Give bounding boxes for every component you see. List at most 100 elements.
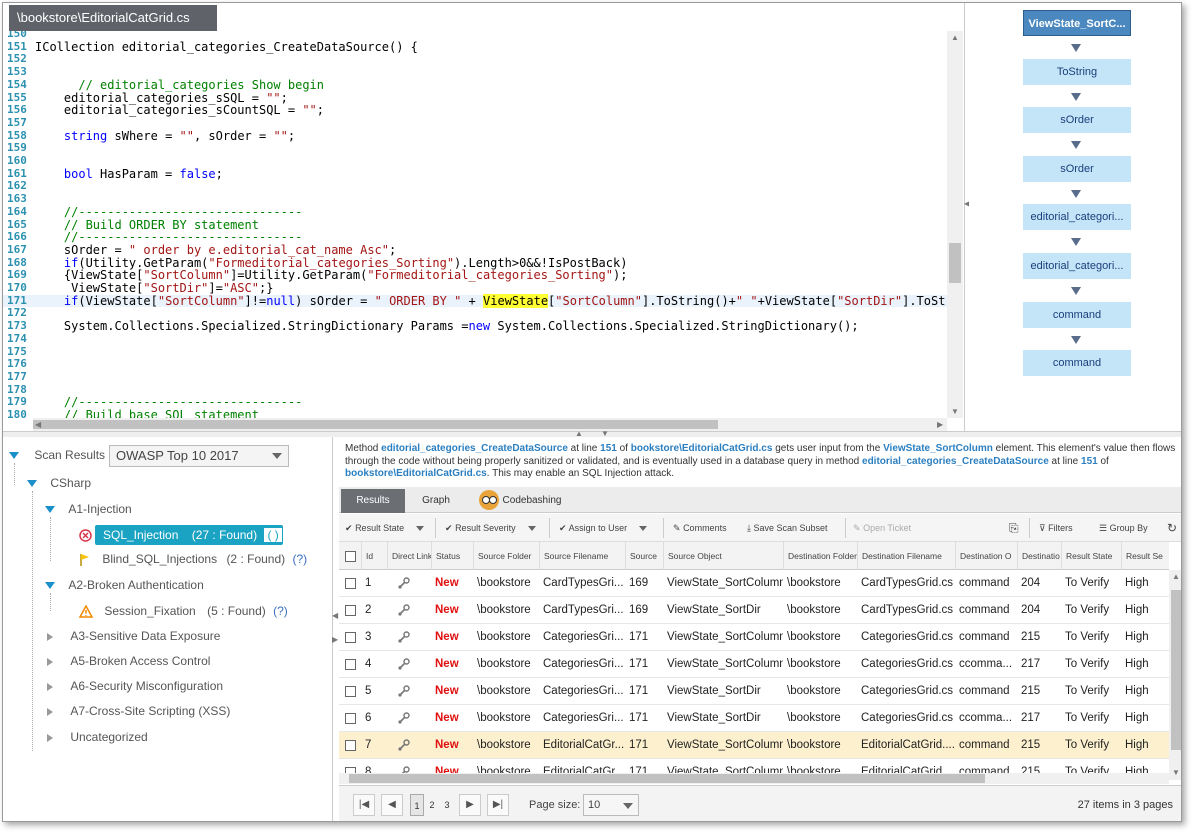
table-row[interactable]: 4 New \bookstore CategoriesGri... 171 ViewSta… — [339, 651, 1169, 678]
direct-link-icon[interactable] — [387, 678, 431, 705]
row-checkbox[interactable] — [345, 659, 356, 670]
tree-item-csharp[interactable]: CSharp — [27, 473, 91, 493]
tab-graph[interactable]: Graph — [407, 489, 465, 513]
expand-icon[interactable] — [9, 452, 19, 460]
code-line[interactable]: 152 — [3, 53, 947, 66]
element-link[interactable]: ViewState_SortColumn — [883, 443, 993, 454]
row-checkbox[interactable] — [345, 713, 356, 724]
scroll-down-icon[interactable]: ▼ — [951, 407, 959, 416]
column-header[interactable]: Destination Filename — [857, 542, 955, 570]
collapsed-icon[interactable] — [47, 632, 53, 641]
direct-link-icon[interactable] — [387, 624, 431, 651]
column-header[interactable]: Direct Link — [387, 542, 431, 570]
column-header[interactable]: Result Se — [1121, 542, 1169, 570]
tree-item-uncategorized[interactable]: Uncategorized — [47, 727, 148, 747]
tree-item-a7[interactable]: A7-Cross-Site Scripting (XSS) — [47, 701, 230, 721]
tab-results[interactable]: Results — [341, 489, 405, 513]
table-row[interactable]: 1 New \bookstore CardTypesGri... 169 ViewStat… — [339, 570, 1169, 597]
code-editor[interactable]: 150 151 ICollection editorial_categories_C… — [3, 31, 947, 418]
graph-node[interactable]: editorial_categori... — [1023, 253, 1131, 279]
help-link[interactable]: (?) — [292, 552, 307, 566]
code-line[interactable]: 173 System.Collections.Specialized.Strin… — [3, 319, 947, 333]
page-2[interactable]: 2 — [425, 794, 439, 816]
open-ticket-button[interactable]: ✎ Open Ticket — [853, 514, 911, 542]
column-header[interactable]: Source Folder — [473, 542, 539, 570]
tree-item-session-fixation[interactable]: Session_Fixation (5 : Found) (?) — [78, 601, 288, 621]
table-row[interactable]: 7 New \bookstore EditorialCatGr... 171 ViewSt… — [339, 732, 1169, 759]
code-line[interactable]: 176 — [3, 357, 947, 371]
graph-node[interactable]: command — [1023, 350, 1131, 377]
first-page-button[interactable]: |◀ — [353, 794, 375, 816]
graph-node[interactable]: sOrder — [1023, 155, 1131, 182]
comments-button[interactable]: ✎ Comments — [673, 514, 727, 542]
graph-node[interactable]: command — [1023, 301, 1131, 328]
collapse-tree-icon[interactable]: ◀ — [332, 611, 338, 620]
grid-vscroll-thumb[interactable] — [1171, 590, 1181, 750]
scroll-right-icon[interactable]: ▶ — [937, 420, 943, 429]
save-scan-subset-button[interactable]: ⤓ Save Scan Subset — [747, 514, 828, 542]
row-checkbox[interactable] — [345, 578, 356, 589]
code-line[interactable]: 161 bool HasParam = false; — [3, 167, 947, 181]
prev-page-button[interactable]: ◀ — [381, 794, 403, 816]
table-row[interactable]: 6 New \bookstore CategoriesGri... 171 ViewSta… — [339, 705, 1169, 732]
collapsed-icon[interactable] — [47, 733, 53, 742]
row-checkbox[interactable] — [345, 686, 356, 697]
graph-node[interactable]: ToString — [1023, 58, 1131, 85]
column-header[interactable]: Source Object — [663, 542, 783, 570]
code-line[interactable]: 175 — [3, 345, 947, 359]
file-link[interactable]: bookstore\EditorialCatGrid.cs — [631, 443, 773, 454]
grid-horizontal-scrollbar[interactable] — [339, 773, 1169, 784]
method-link[interactable]: editorial_categories_CreateDataSource — [381, 443, 568, 454]
column-header[interactable]: Destination O — [955, 542, 1017, 570]
tab-codebashing[interactable]: Codebashing — [467, 489, 573, 513]
direct-link-icon[interactable] — [387, 705, 431, 732]
group-by-button[interactable]: ☰ Group By — [1099, 514, 1148, 542]
tree-item-a1-injection[interactable]: A1-Injection — [45, 499, 132, 519]
page-3[interactable]: 3 — [440, 794, 454, 816]
page-size-select[interactable]: 10 — [583, 794, 639, 816]
scroll-up-icon[interactable]: ▲ — [1172, 572, 1180, 581]
direct-link-icon[interactable] — [387, 651, 431, 678]
result-state-button[interactable]: ✔ Result State — [345, 514, 425, 542]
code-line[interactable]: 159 — [3, 142, 947, 155]
expand-icon[interactable] — [45, 582, 55, 590]
result-severity-button[interactable]: ✔ Result Severity — [445, 514, 536, 542]
tree-item-sql-injection[interactable]: SQL_Injection (27 : Found) ( ) — [95, 525, 283, 545]
column-header[interactable]: Destination Folder — [783, 542, 857, 570]
grid-hscroll-thumb[interactable] — [349, 774, 985, 783]
code-line[interactable]: 171 if(ViewState["SortColumn"]!=null) sO… — [3, 293, 947, 308]
method-link[interactable]: editorial_categories_CreateDataSource — [862, 456, 1049, 467]
column-header[interactable]: Id — [361, 542, 387, 570]
file-link[interactable]: bookstore\EditorialCatGrid.cs — [345, 468, 487, 479]
column-header[interactable]: Destinatio — [1017, 542, 1061, 570]
select-all-checkbox[interactable] — [345, 551, 356, 562]
grid-vertical-scrollbar[interactable]: ▲ ▼ — [1169, 570, 1181, 780]
help-link[interactable]: ( ) — [264, 528, 282, 542]
next-page-button[interactable]: ▶ — [459, 794, 481, 816]
code-line[interactable]: 162 — [3, 180, 947, 193]
row-checkbox[interactable] — [345, 740, 356, 751]
tree-item-blind-sql-injections[interactable]: Blind_SQL_Injections (2 : Found) (?) — [79, 549, 307, 569]
export-icon[interactable]: ⎘ — [1009, 514, 1019, 542]
column-header[interactable]: Source — [625, 542, 663, 570]
expand-icon[interactable] — [27, 480, 37, 488]
tree-item-a2-broken-authentication[interactable]: A2-Broken Authentication — [45, 575, 204, 595]
code-line[interactable]: 177 — [3, 370, 947, 384]
code-line[interactable]: 151 ICollection editorial_categories_Crea… — [3, 40, 947, 54]
row-checkbox[interactable] — [345, 605, 356, 616]
help-link[interactable]: (?) — [273, 604, 288, 618]
code-line[interactable]: 180 // Build base SQL statement — [3, 408, 947, 418]
scroll-up-icon[interactable]: ▲ — [951, 33, 959, 42]
graph-node[interactable]: sOrder — [1023, 107, 1131, 134]
table-row[interactable]: 5 New \bookstore CategoriesGri... 171 ViewSta… — [339, 678, 1169, 705]
last-page-button[interactable]: ▶| — [487, 794, 509, 816]
scroll-left-icon[interactable]: ◀ — [35, 420, 41, 429]
collapsed-icon[interactable] — [47, 707, 53, 716]
page-1[interactable]: 1 — [410, 794, 424, 816]
table-row[interactable]: 3 New \bookstore CategoriesGri... 171 ViewSta… — [339, 624, 1169, 651]
table-row[interactable]: 2 New \bookstore CardTypesGri... 169 ViewStat… — [339, 597, 1169, 624]
line-link[interactable]: 151 — [1081, 456, 1098, 467]
column-header[interactable]: Source Filename — [539, 542, 625, 570]
assign-to-user-button[interactable]: ✔ Assign to User — [559, 514, 648, 542]
direct-link-icon[interactable] — [387, 570, 431, 597]
